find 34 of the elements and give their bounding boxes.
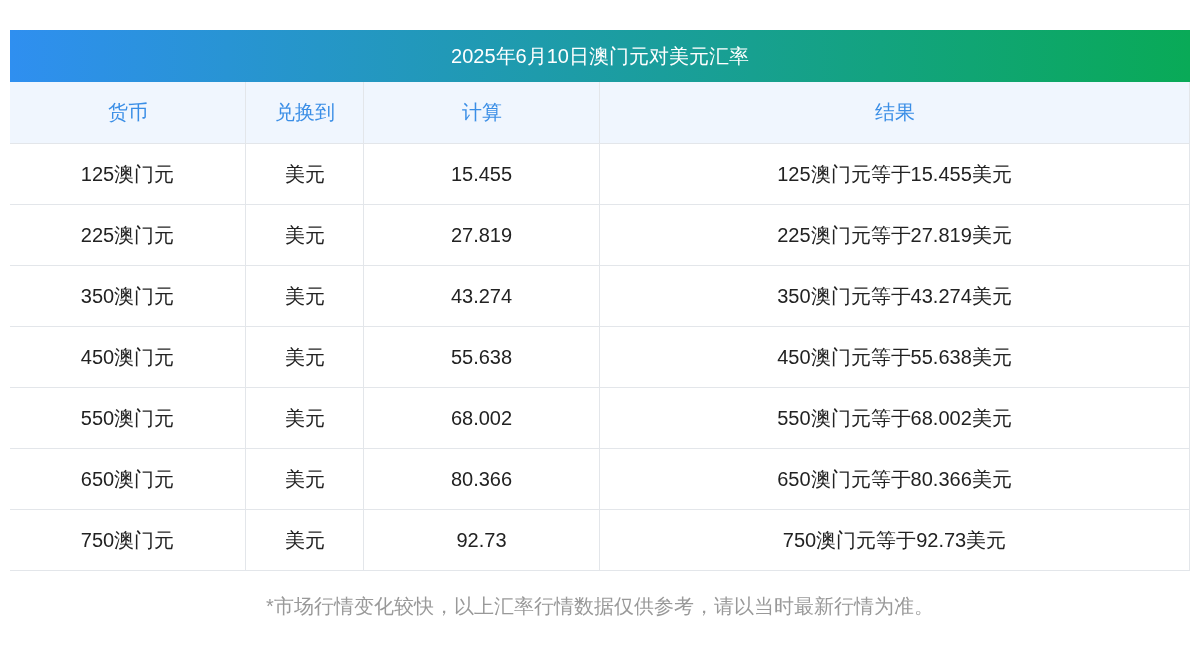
table-cell: 350澳门元等于43.274美元 [599, 265, 1190, 326]
column-header: 计算 [363, 82, 599, 143]
table-cell: 68.002 [363, 387, 599, 448]
table-cell: 15.455 [363, 143, 599, 204]
table-cell: 350澳门元 [10, 265, 245, 326]
table-cell: 27.819 [363, 204, 599, 265]
table-cell: 750澳门元等于92.73美元 [599, 509, 1190, 570]
table-cell: 650澳门元等于80.366美元 [599, 448, 1190, 509]
table-cell: 225澳门元 [10, 204, 245, 265]
table-cell: 美元 [245, 326, 363, 387]
table-cell: 550澳门元等于68.002美元 [599, 387, 1190, 448]
table-cell: 43.274 [363, 265, 599, 326]
table-cell: 450澳门元等于55.638美元 [599, 326, 1190, 387]
table-cell: 125澳门元等于15.455美元 [599, 143, 1190, 204]
column-header: 结果 [599, 82, 1190, 143]
table-cell: 55.638 [363, 326, 599, 387]
table-cell: 美元 [245, 509, 363, 570]
table-cell: 80.366 [363, 448, 599, 509]
footnote: *市场行情变化较快，以上汇率行情数据仅供参考，请以当时最新行情为准。 [266, 595, 934, 617]
table-cell: 650澳门元 [10, 448, 245, 509]
table-cell: 125澳门元 [10, 143, 245, 204]
table-cell: 美元 [245, 265, 363, 326]
table-cell: 92.73 [363, 509, 599, 570]
table-cell: 美元 [245, 448, 363, 509]
column-header: 兑换到 [245, 82, 363, 143]
table-cell: 美元 [245, 143, 363, 204]
table-cell: 美元 [245, 387, 363, 448]
table-cell: 750澳门元 [10, 509, 245, 570]
table-title: 2025年6月10日澳门元对美元汇率 [10, 30, 1190, 82]
column-header: 货币 [10, 82, 245, 143]
table-cell: 美元 [245, 204, 363, 265]
table-cell: 450澳门元 [10, 326, 245, 387]
table-cell: 550澳门元 [10, 387, 245, 448]
table-cell: 225澳门元等于27.819美元 [599, 204, 1190, 265]
